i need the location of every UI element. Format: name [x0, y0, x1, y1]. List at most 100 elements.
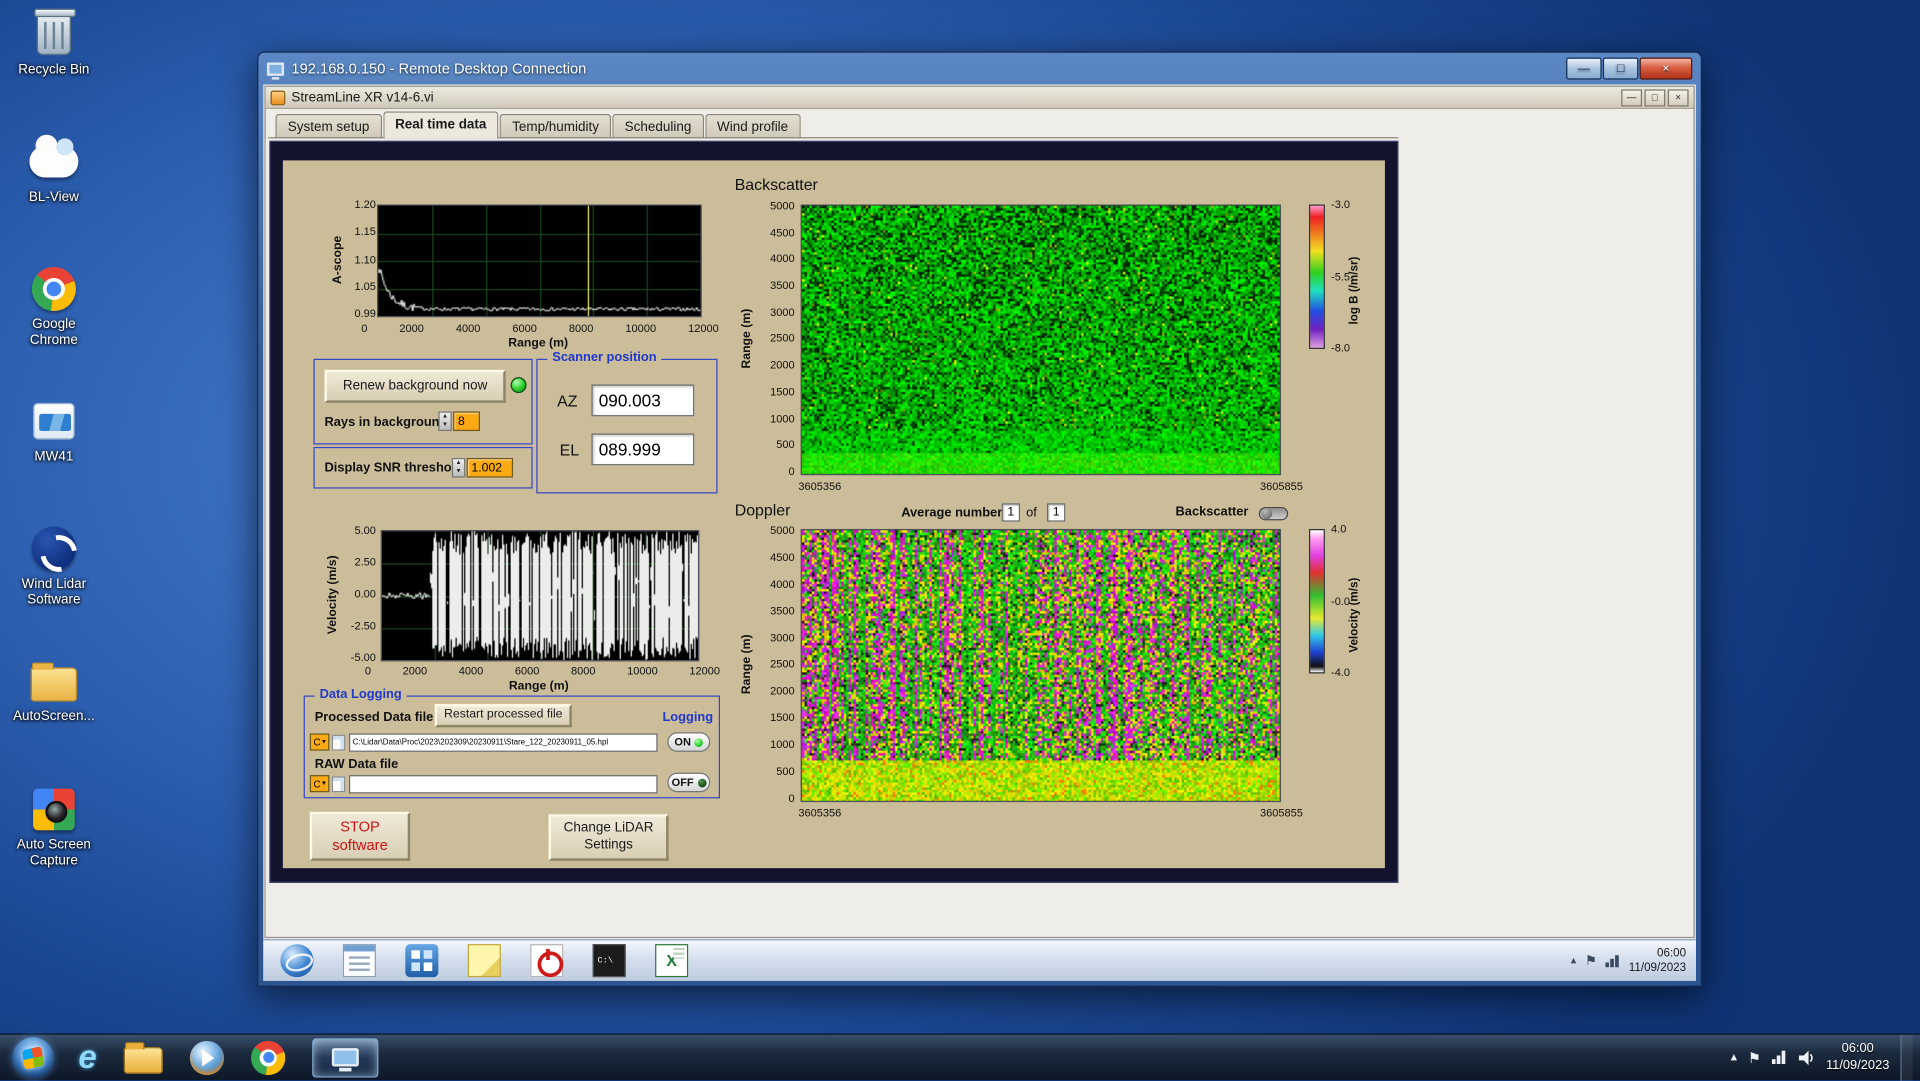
velocity-x-axis-label: Range (m): [508, 679, 569, 694]
remote-tray: ▴ ⚑ 06:00 11/09/2023: [1571, 946, 1686, 975]
axis-tick: 2000: [399, 322, 424, 335]
network-icon[interactable]: [1772, 1050, 1788, 1065]
tab-real-time-data[interactable]: Real time data: [382, 111, 499, 139]
axis-tick: -2.50: [350, 619, 376, 632]
desktop-icon-bl-view[interactable]: BL-View: [0, 134, 108, 206]
app-close-button[interactable]: ×: [1667, 88, 1689, 106]
remote-notes-icon[interactable]: [467, 944, 501, 978]
explorer-folder-icon[interactable]: [123, 1041, 163, 1074]
x-start-label: 3605356: [798, 480, 842, 493]
el-value-field[interactable]: 089.999: [591, 433, 695, 466]
axis-tick: 3000: [770, 305, 795, 319]
stop-software-button[interactable]: STOP software: [309, 811, 411, 861]
rdp-title: 192.168.0.150 - Remote Desktop Connectio…: [291, 60, 587, 78]
axis-tick: 10000: [625, 322, 657, 335]
tab-scheduling[interactable]: Scheduling: [612, 113, 704, 139]
rdp-taskbar-button[interactable]: [312, 1037, 379, 1077]
remote-power-icon[interactable]: [530, 944, 564, 978]
scanner-position-title: Scanner position: [547, 350, 662, 365]
background-led: [510, 377, 527, 394]
desktop-icon-auto-screen-capture[interactable]: Auto Screen Capture: [0, 785, 108, 870]
spin-up-icon[interactable]: ▲: [453, 459, 464, 468]
axis-tick: 1.15: [354, 225, 376, 238]
show-desktop-button[interactable]: [1900, 1034, 1913, 1081]
internet-explorer-icon[interactable]: e: [78, 1040, 96, 1074]
snr-threshold-label: Display SNR threshold: [324, 460, 464, 476]
taskbar-clock[interactable]: 06:00 11/09/2023: [1826, 1041, 1889, 1074]
app-minimize-button[interactable]: —: [1621, 88, 1643, 106]
raw-path-field[interactable]: [348, 775, 658, 794]
velocity-x-ticks: 0 2000 4000 6000 8000 10000 12000: [365, 665, 720, 677]
action-center-flag-icon[interactable]: ⚑: [1748, 1049, 1761, 1066]
average-number-field[interactable]: 1: [1001, 503, 1021, 522]
axis-tick: 0.00: [354, 587, 376, 601]
desktop-icon-label: Wind Lidar Software: [21, 576, 87, 608]
ascope-plot[interactable]: [377, 204, 702, 318]
tab-system-setup[interactable]: System setup: [275, 113, 382, 139]
average-total-field[interactable]: 1: [1046, 503, 1066, 522]
desktop-icon-mw41[interactable]: MW41: [0, 397, 108, 466]
remote-excel-icon[interactable]: X: [655, 944, 689, 978]
spin-down-icon[interactable]: ▼: [453, 468, 464, 477]
ascope-canvas[interactable]: [378, 205, 701, 316]
az-value-field[interactable]: 090.003: [591, 384, 695, 417]
processed-drive-selector[interactable]: C ▼: [309, 733, 330, 751]
raw-logging-toggle[interactable]: OFF: [667, 772, 711, 793]
desktop-icon-wind-lidar[interactable]: Wind Lidar Software: [0, 524, 108, 609]
chrome-taskbar-icon[interactable]: [251, 1040, 286, 1075]
remote-clock[interactable]: 06:00 11/09/2023: [1629, 946, 1686, 975]
axis-tick: 4500: [770, 550, 795, 564]
host-taskbar: e ▴ ⚑ 06:00 11/09/2023: [0, 1033, 1920, 1081]
change-lidar-settings-button[interactable]: Change LiDAR Settings: [548, 814, 669, 861]
media-player-icon[interactable]: [189, 1040, 225, 1075]
desktop-icon-recycle-bin[interactable]: Recycle Bin: [0, 8, 108, 79]
rays-spinner[interactable]: ▲ ▼: [438, 411, 452, 432]
remote-screen: StreamLine XR v14-6.vi — □ × System setu…: [263, 84, 1696, 981]
labview-app-icon: [270, 90, 286, 105]
backscatter-section-title: Backscatter: [734, 175, 818, 194]
snr-value-field[interactable]: 1.002: [466, 457, 514, 478]
speaker-icon[interactable]: [1799, 1050, 1815, 1065]
spin-down-icon[interactable]: ▼: [440, 421, 451, 430]
renew-background-button[interactable]: Renew background now: [324, 369, 506, 403]
snr-spinner[interactable]: ▲ ▼: [451, 457, 466, 478]
desktop-icon-autoscreen[interactable]: AutoScreen...: [0, 656, 108, 725]
desktop: Recycle Bin BL-View Google Chrome MW41 W…: [0, 0, 1920, 1081]
bl-view-icon: [29, 134, 79, 186]
remote-flag-icon[interactable]: ⚑: [1585, 953, 1597, 969]
rdp-titlebar[interactable]: 192.168.0.150 - Remote Desktop Connectio…: [258, 53, 1700, 85]
tray-expand-icon[interactable]: ▴: [1731, 1051, 1737, 1064]
remote-browser-icon[interactable]: [280, 944, 314, 978]
rays-value-field[interactable]: 8: [453, 411, 481, 432]
processed-logging-toggle[interactable]: ON: [667, 732, 711, 752]
scanner-position-group: Scanner position AZ 090.003 EL 089.999: [536, 350, 718, 494]
doppler-y-axis-label: Range (m): [740, 634, 754, 695]
axis-tick: 4000: [770, 577, 795, 590]
app-maximize-button[interactable]: □: [1644, 88, 1666, 106]
spin-up-icon[interactable]: ▲: [440, 413, 451, 422]
backscatter-colorbar-label: log B (/m/sr): [1347, 256, 1362, 325]
app-titlebar[interactable]: StreamLine XR v14-6.vi — □ ×: [265, 86, 1694, 109]
backscatter-display-toggle[interactable]: [1258, 506, 1289, 521]
desktop-icon-label: Google Chrome: [29, 317, 78, 348]
remote-notepad-icon[interactable]: [342, 944, 376, 978]
remote-network-icon[interactable]: [1605, 954, 1620, 967]
axis-tick: 4500: [770, 226, 795, 239]
close-button[interactable]: ×: [1639, 57, 1693, 80]
rdp-window: 192.168.0.150 - Remote Desktop Connectio…: [257, 51, 1703, 987]
raw-drive-selector[interactable]: C ▼: [309, 775, 330, 793]
tab-wind-profile[interactable]: Wind profile: [704, 113, 801, 139]
minimize-button[interactable]: —: [1566, 57, 1602, 80]
axis-tick: 8000: [568, 322, 594, 335]
rdp-computer-icon: [266, 61, 285, 79]
restart-processed-file-button[interactable]: Restart processed file: [434, 704, 572, 728]
desktop-icon-google-chrome[interactable]: Google Chrome: [0, 264, 108, 349]
remote-cmd-icon[interactable]: C:\: [592, 944, 626, 978]
remote-tray-expand-icon[interactable]: ▴: [1571, 954, 1577, 967]
desktop-icon-label: MW41: [34, 449, 74, 465]
remote-app-icon[interactable]: [405, 944, 439, 978]
processed-path-field[interactable]: C:\Lidar\Data\Proc\2023\202309\20230911\…: [348, 733, 658, 752]
tab-temp-humidity[interactable]: Temp/humidity: [499, 113, 612, 139]
start-button[interactable]: [12, 1036, 54, 1079]
maximize-button[interactable]: □: [1602, 57, 1639, 80]
